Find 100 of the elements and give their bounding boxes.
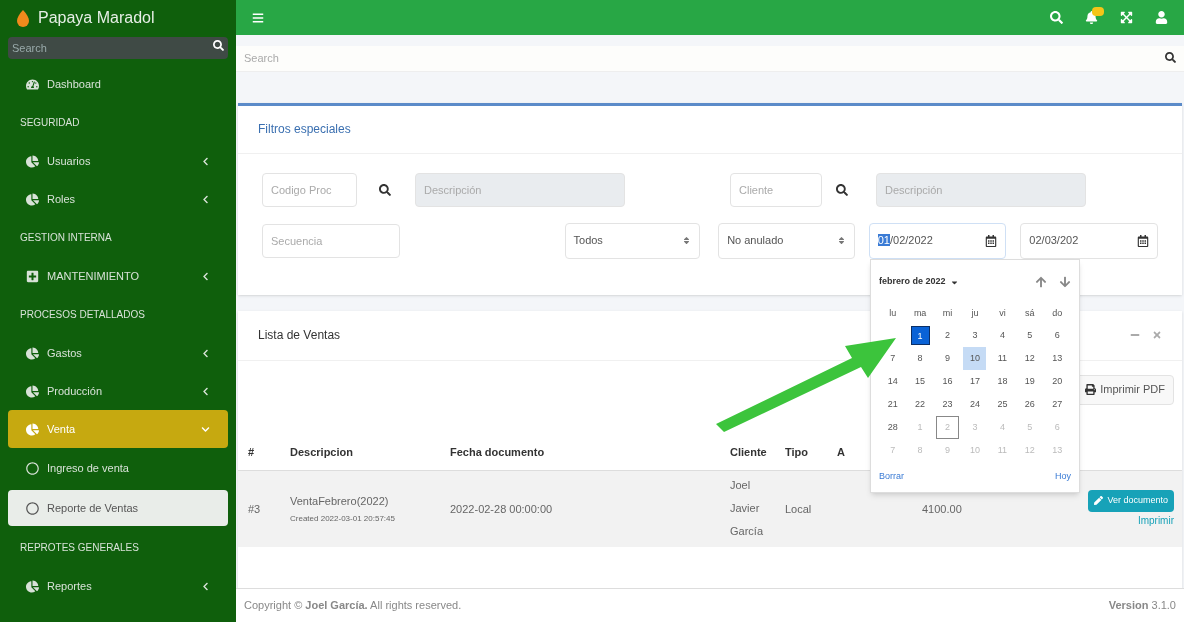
sidebar-item[interactable]: Gastos — [8, 334, 228, 372]
sequence-field[interactable]: Secuencia — [262, 223, 400, 258]
sidebar-section-header: REPROTES GENERALES — [20, 541, 139, 555]
sort-arrows-icon — [682, 236, 692, 245]
arrow-down-icon[interactable] — [1059, 276, 1071, 288]
close-icon[interactable] — [1152, 330, 1162, 340]
code-field[interactable]: Codigo Proc — [262, 172, 357, 207]
calendar-day[interactable]: 17 — [963, 370, 987, 393]
calendar-day[interactable]: 15 — [908, 370, 932, 393]
calendar-day[interactable]: 24 — [963, 393, 987, 416]
pie-chart-icon — [26, 192, 39, 206]
date-field[interactable]: 02/03/202 — [1020, 222, 1158, 259]
weekday-label: mi — [941, 307, 954, 320]
calendar-day[interactable]: 12 — [1018, 347, 1042, 370]
calendar-day[interactable]: 3 — [963, 324, 987, 347]
month-selector[interactable]: febrero de 2022 — [879, 275, 959, 289]
weekday-label: ma — [912, 307, 928, 320]
calendar-day[interactable]: 19 — [1018, 370, 1042, 393]
table-cell: Local — [785, 502, 812, 515]
sidebar-item[interactable]: MANTENIMIENTO — [8, 257, 228, 295]
column-header: Descripcion — [290, 446, 353, 458]
calendar-day[interactable]: 14 — [881, 370, 905, 393]
pen-icon — [1094, 496, 1104, 505]
table-cell: 4100.00 — [922, 502, 962, 515]
sidebar-subitem[interactable]: Reporte de Ventas — [8, 490, 228, 526]
arrow-up-icon[interactable] — [1035, 276, 1047, 288]
clear-link[interactable]: Borrar — [879, 470, 904, 484]
calendar-day[interactable]: 23 — [936, 393, 960, 416]
calendar-day[interactable]: 4 — [990, 324, 1014, 347]
search-icon — [213, 40, 224, 51]
table-cell-text: VentaFebrero(2022) — [290, 494, 390, 509]
sidebar-section-header: GESTION INTERNA — [20, 231, 112, 245]
calendar-day[interactable]: 16 — [936, 370, 960, 393]
column-header: Fecha documento — [450, 446, 545, 458]
calendar-day[interactable]: 18 — [990, 370, 1014, 393]
calendar-day[interactable]: 27 — [1045, 393, 1069, 416]
weekday-label: vi — [998, 307, 1007, 320]
pie-chart-icon — [26, 579, 39, 593]
user-icon[interactable] — [1155, 11, 1168, 24]
card-title: Filtros especiales — [258, 121, 351, 138]
sidebar-item[interactable]: Roles — [8, 180, 228, 218]
chevron-left-icon — [201, 581, 210, 591]
calendar-day[interactable]: 10 — [963, 347, 987, 370]
calendar-day[interactable]: 6 — [1045, 324, 1069, 347]
calendar-day[interactable]: 28 — [881, 416, 905, 439]
menu-icon[interactable] — [252, 11, 264, 24]
table-cell: 2022-02-28 00:00:00 — [450, 502, 553, 515]
search-icon[interactable] — [379, 183, 391, 196]
sidebar-item[interactable]: Producción — [8, 372, 228, 410]
bell-icon[interactable] — [1085, 11, 1098, 24]
sidebar-item[interactable]: Usuarios — [8, 142, 228, 180]
column-header: Tipo — [785, 446, 808, 458]
calendar-day[interactable]: 1 — [908, 324, 932, 347]
dashboard-icon — [26, 77, 39, 91]
papaya-logo-icon — [16, 8, 30, 27]
brand-name: Papaya Maradol — [38, 7, 155, 28]
calendar-icon — [1137, 234, 1149, 247]
copyright-text: Copyright © Joel García. All rights reserved. — [244, 598, 462, 614]
chevron-left-icon — [201, 156, 210, 166]
dropdown[interactable]: No anulado — [718, 222, 855, 259]
card-title: Lista de Ventas — [258, 327, 341, 344]
calendar-day[interactable]: 20 — [1045, 370, 1069, 393]
chevron-left-icon — [201, 386, 210, 396]
expand-icon[interactable] — [1120, 11, 1133, 24]
chevron-left-icon — [201, 348, 210, 358]
sidebar-item[interactable]: Reportes — [8, 567, 228, 605]
today-link[interactable]: Hoy — [1055, 470, 1071, 484]
calendar-day[interactable]: 2 — [936, 324, 960, 347]
calendar-day[interactable]: 22 — [908, 393, 932, 416]
table-cell-text: Joel — [730, 478, 752, 494]
client-field[interactable]: Cliente — [730, 172, 822, 207]
table-cell-text: García — [730, 524, 764, 540]
calendar-day[interactable]: 13 — [1045, 347, 1069, 370]
sidebar-search-field[interactable]: Search — [8, 37, 228, 59]
sort-arrows-icon — [836, 236, 846, 245]
dropdown[interactable]: Todos — [564, 222, 701, 259]
sidebar-item[interactable]: Dashboard — [8, 65, 228, 103]
printer-icon — [1085, 384, 1097, 395]
column-header: A — [837, 446, 845, 458]
weekday-label: do — [1051, 307, 1064, 320]
weekday-label: lu — [888, 307, 898, 320]
calendar-day[interactable]: 8 — [908, 347, 932, 370]
calendar-day[interactable]: 26 — [1018, 393, 1042, 416]
calendar-day[interactable]: 25 — [990, 393, 1014, 416]
pie-chart-icon — [26, 154, 39, 168]
calendar-day[interactable]: 11 — [990, 347, 1014, 370]
chevron-left-icon — [201, 194, 210, 204]
created-date: Created 2022-03-01 20:57:45 — [290, 512, 396, 525]
column-header: Cliente — [730, 446, 767, 458]
search-icon[interactable] — [836, 183, 848, 196]
calendar-day[interactable]: 5 — [1018, 324, 1042, 347]
calendar-day[interactable]: 21 — [881, 393, 905, 416]
column-header: # — [248, 446, 255, 458]
search-field[interactable]: Search — [236, 45, 1184, 72]
chevron-left-icon — [201, 271, 210, 281]
calendar-icon — [985, 234, 998, 247]
pie-chart-icon — [26, 346, 39, 360]
sidebar-subitem[interactable]: Ingreso de venta — [8, 450, 228, 486]
calendar-day[interactable]: 9 — [936, 347, 960, 370]
table-cell-text: Javier — [730, 501, 761, 517]
